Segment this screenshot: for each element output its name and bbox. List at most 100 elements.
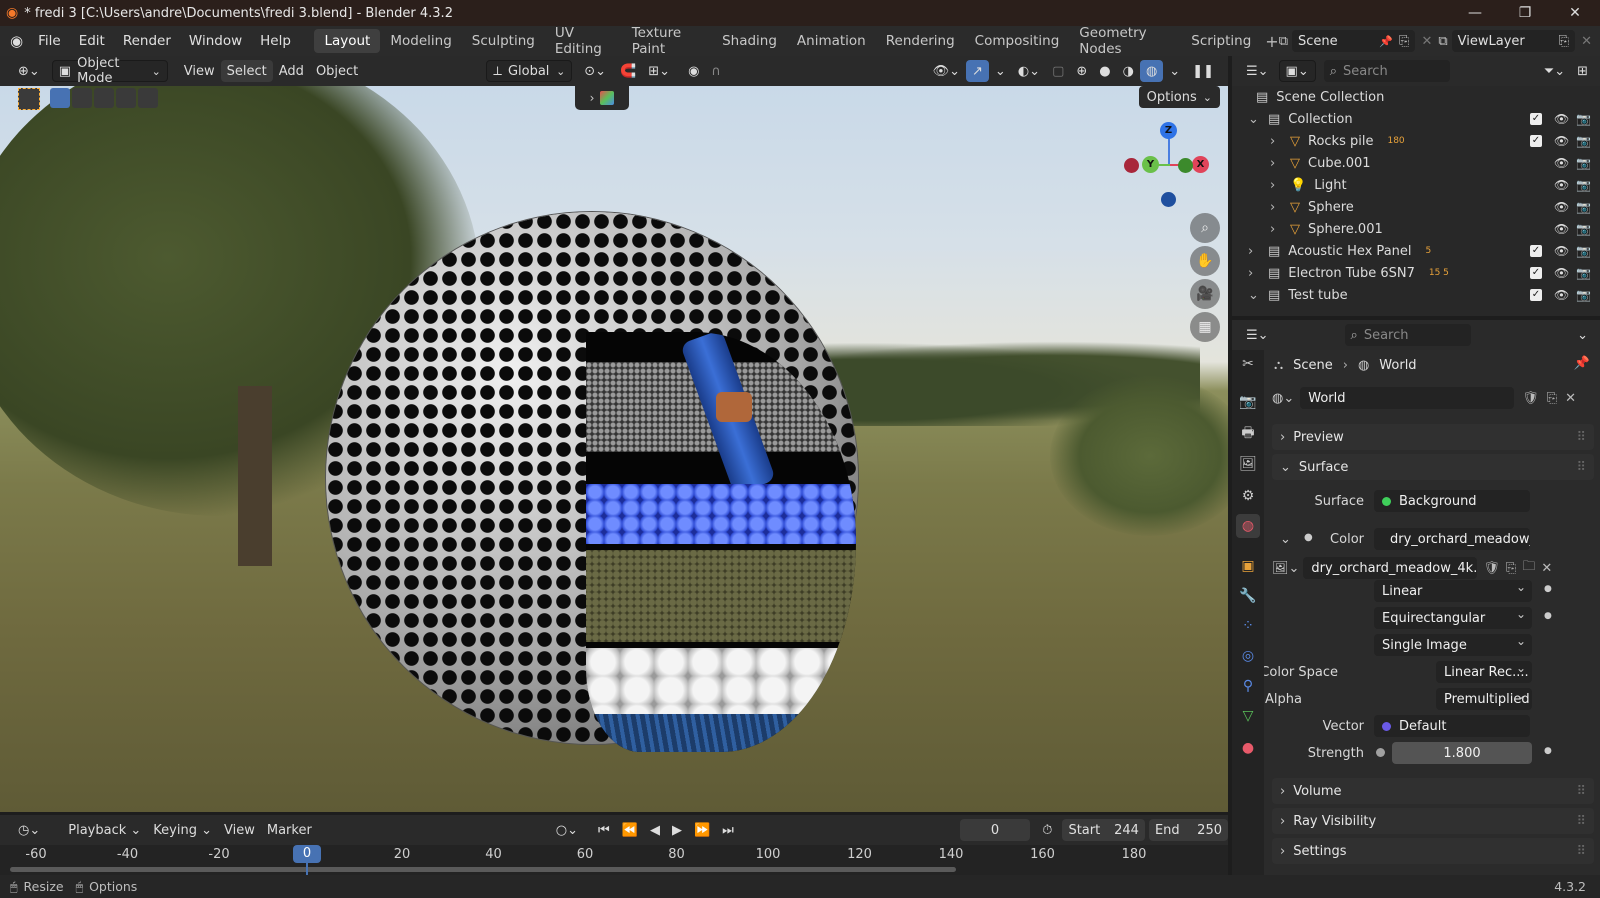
wireframe-shading-icon[interactable]: ⊕ [1070, 60, 1093, 82]
tab-modeling[interactable]: Modeling [380, 29, 461, 53]
image-source-dropdown[interactable]: Single Image [1374, 634, 1532, 656]
eye-icon[interactable]: 👁 [1554, 244, 1569, 258]
gizmo-neg-y[interactable] [1178, 158, 1193, 173]
playhead-indicator[interactable]: 0 [293, 845, 321, 863]
eye-icon[interactable]: 👁 [1554, 112, 1569, 126]
include-checkbox[interactable]: ✓ [1530, 245, 1542, 257]
outliner-row[interactable]: › ▤ Acoustic Hex Panel 5 ✓ 👁 📷 [1232, 240, 1600, 262]
drag-handle-icon[interactable]: ⠿ [1576, 844, 1586, 859]
color-space-dropdown[interactable]: Linear Rec.... [1436, 661, 1532, 683]
remove-view-layer-icon[interactable]: ✕ [1581, 34, 1592, 49]
outliner-row[interactable]: › ▽ Cube.001 👁 📷 [1232, 152, 1600, 174]
snap-icon[interactable]: 🧲 [614, 60, 642, 82]
select-invert-icon[interactable] [116, 88, 136, 108]
world-datablock[interactable]: ◍⌄ World 🛡 ⎘ ✕ [1272, 386, 1594, 410]
outliner-editor-type-icon[interactable]: ☰⌄ [1240, 60, 1275, 82]
color-input-field[interactable]: dry_orchard_meadow_... [1374, 528, 1530, 550]
outliner-row[interactable]: ⌄ ▤ Collection ✓ 👁 📷 [1232, 108, 1600, 130]
outliner-row[interactable]: › ▽ Sphere.001 👁 📷 [1232, 218, 1600, 240]
preview-panel-header[interactable]: › Preview ⠿ [1272, 424, 1594, 450]
gizmo-toggle-icon[interactable]: ↗ [966, 60, 989, 82]
tab-sculpting[interactable]: Sculpting [462, 29, 545, 53]
menu-edit[interactable]: Edit [70, 33, 114, 49]
chevron-right-icon[interactable]: › [1270, 134, 1284, 149]
xray-icon[interactable]: ▢ [1046, 60, 1070, 82]
particles-tab-icon[interactable]: ⁘ [1236, 614, 1260, 638]
world-name-field[interactable]: World [1300, 387, 1515, 409]
visibility-icon[interactable]: 👁⌄ [927, 60, 966, 82]
navigation-gizmo[interactable]: Z X Y [1124, 122, 1209, 208]
tab-shading[interactable]: Shading [712, 29, 787, 53]
blender-menu-icon[interactable]: ◉ [10, 32, 23, 50]
menu-object[interactable]: Object [310, 60, 364, 82]
camera-icon[interactable]: 📷 [1576, 288, 1591, 302]
current-frame-field[interactable]: 0 [959, 819, 1031, 841]
overlay-icon[interactable]: ◐⌄ [1012, 60, 1046, 82]
gizmo-neg-x[interactable] [1124, 158, 1139, 173]
playback-menu[interactable]: Playback ⌄ [62, 819, 147, 841]
data-tab-icon[interactable]: ▽ [1236, 704, 1260, 728]
asset-shelf-toggle[interactable]: › [575, 86, 629, 110]
eye-icon[interactable]: 👁 [1554, 156, 1569, 170]
transform-orientation-dropdown[interactable]: ⟂ Global ⌄ [486, 60, 573, 82]
rendered-shading-icon[interactable]: ◍ [1139, 60, 1164, 82]
options-dropdown[interactable]: Options ⌄ [1138, 86, 1220, 108]
pan-hand-icon[interactable]: ✋ [1190, 246, 1220, 276]
add-workspace-icon[interactable]: + [1265, 32, 1278, 51]
scene-type-icon[interactable]: ⧉ [1279, 34, 1288, 49]
new-view-layer-icon[interactable]: ⎘ [1559, 34, 1569, 49]
scene-selector[interactable]: Scene 📌 ⎘ [1292, 30, 1416, 52]
select-new-icon[interactable] [50, 88, 70, 108]
view-layer-selector[interactable]: ViewLayer ⎘ [1451, 30, 1576, 52]
eye-icon[interactable]: 👁 [1554, 200, 1569, 214]
camera-icon[interactable]: 📷 [1576, 266, 1591, 280]
menu-file[interactable]: File [29, 33, 70, 49]
menu-view[interactable]: View [178, 60, 221, 82]
include-checkbox[interactable]: ✓ [1530, 267, 1542, 279]
select-subtract-icon[interactable] [94, 88, 114, 108]
keyframe-dot-icon[interactable]: ● [1544, 746, 1552, 756]
outliner-search[interactable]: ⌕ Search [1323, 60, 1450, 82]
mode-dropdown[interactable]: ▣ Object Mode ⌄ [51, 56, 168, 86]
camera-view-icon[interactable]: 🎥 [1190, 279, 1220, 309]
timeline-editor-type-icon[interactable]: ◷⌄ [12, 819, 46, 841]
close-button[interactable]: ✕ [1550, 0, 1600, 26]
maximize-button[interactable]: ❐ [1500, 0, 1550, 26]
chevron-right-icon[interactable]: › [1270, 222, 1284, 237]
modifier-tab-icon[interactable]: 🔧 [1236, 584, 1260, 608]
frame-end-field[interactable]: End 250 [1148, 819, 1228, 841]
camera-icon[interactable]: 📷 [1576, 222, 1591, 236]
constraints-tab-icon[interactable]: ⚲ [1236, 674, 1260, 698]
interpolation-dropdown[interactable]: Linear [1374, 580, 1532, 602]
camera-icon[interactable]: 📷 [1576, 112, 1591, 126]
eye-icon[interactable]: 👁 [1554, 222, 1569, 236]
select-intersect-icon[interactable] [138, 88, 158, 108]
tool-tab-icon[interactable]: ✂ [1236, 352, 1260, 376]
tab-layout[interactable]: Layout [314, 29, 381, 53]
jump-end-icon[interactable]: ⏭ [716, 819, 740, 841]
gizmo-neg-z[interactable] [1161, 192, 1176, 207]
remove-scene-icon[interactable]: ✕ [1421, 34, 1432, 49]
menu-add[interactable]: Add [273, 60, 310, 82]
include-checkbox[interactable]: ✓ [1530, 289, 1542, 301]
tab-animation[interactable]: Animation [787, 29, 876, 53]
gizmo-y-axis[interactable]: Y [1142, 156, 1159, 173]
minimize-button[interactable]: — [1450, 0, 1500, 26]
solid-shading-icon[interactable]: ● [1093, 60, 1116, 82]
settings-panel-header[interactable]: › Settings ⠿ [1272, 838, 1594, 864]
image-name-field[interactable]: dry_orchard_meadow_4k.exr [1303, 557, 1478, 579]
timeline-scrollbar[interactable] [10, 867, 956, 872]
tab-scripting[interactable]: Scripting [1181, 29, 1261, 53]
object-tab-icon[interactable]: ▣ [1236, 554, 1260, 578]
drag-handle-icon[interactable]: ⠿ [1576, 460, 1586, 475]
gizmo-z-axis[interactable]: Z [1160, 122, 1177, 139]
tab-uv-editing[interactable]: UV Editing [545, 21, 622, 61]
menu-select[interactable]: Select [220, 60, 273, 82]
play-reverse-icon[interactable]: ◀ [644, 819, 666, 841]
outliner-row[interactable]: › ▽ Sphere 👁 📷 [1232, 196, 1600, 218]
drag-handle-icon[interactable]: ⠿ [1576, 814, 1586, 829]
alpha-dropdown[interactable]: Premultiplied [1436, 688, 1532, 710]
tab-rendering[interactable]: Rendering [876, 29, 965, 53]
zoom-icon[interactable]: ⌕ [1190, 213, 1220, 243]
camera-icon[interactable]: 📷 [1576, 200, 1591, 214]
